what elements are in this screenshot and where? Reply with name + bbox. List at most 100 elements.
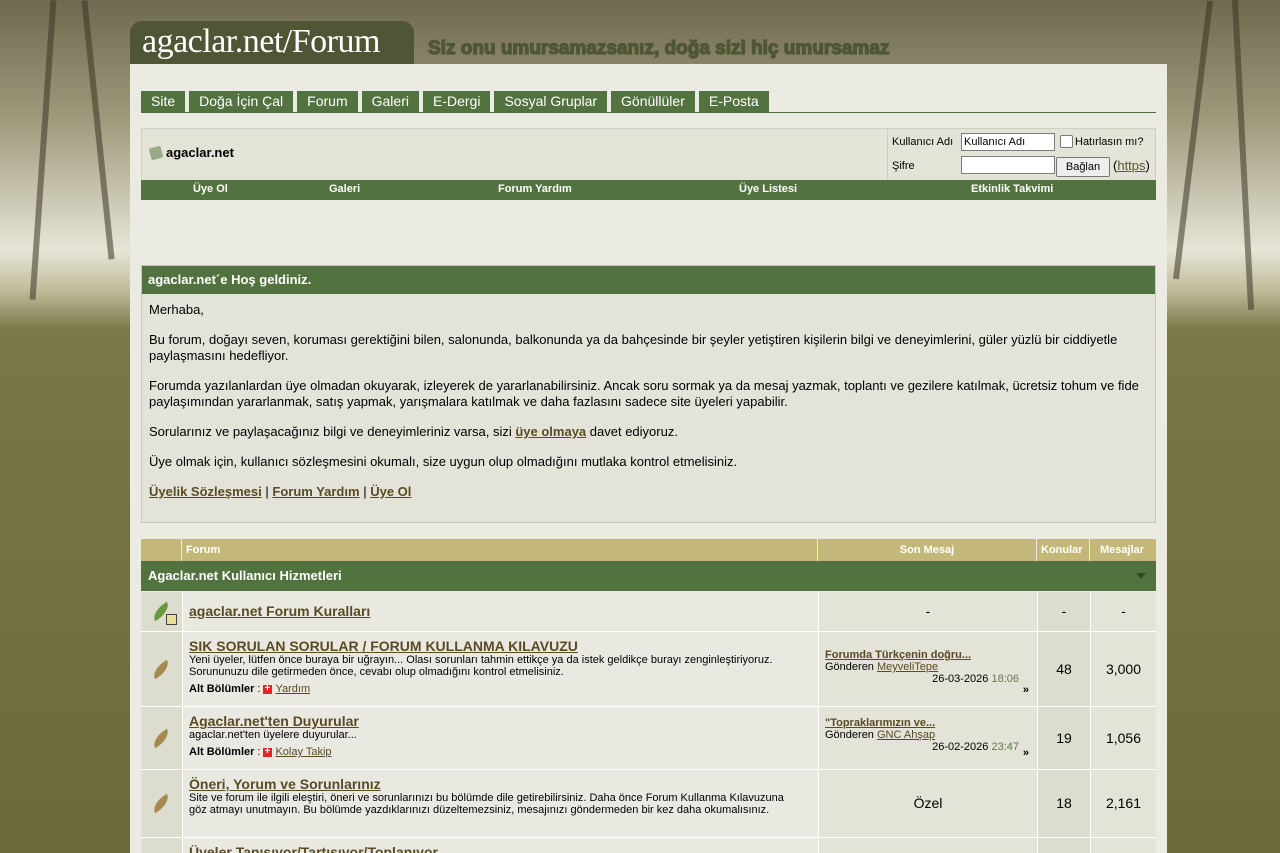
col-header-posts: Mesajlar [1090, 539, 1156, 561]
forum-help-link[interactable]: Forum Yardım [272, 484, 359, 499]
membership-agreement-link[interactable]: Üyelik Sözleşmesi [149, 484, 262, 499]
link-separator: | [265, 484, 269, 499]
p3-text-after: davet ediyoruz. [586, 424, 678, 439]
subnav-calendar[interactable]: Etkinlik Takvimi [971, 183, 1053, 195]
background-tree [29, 0, 57, 300]
go-to-last-post-icon[interactable]: » [1023, 684, 1029, 696]
welcome-box: agaclar.net´e Hoş geldiniz. Merhaba, Bu … [141, 265, 1156, 523]
leaf-icon [149, 793, 173, 814]
page-container: Site Doğa İçin Çal Forum Galeri E-Dergi … [130, 64, 1167, 853]
https-link-wrapper: (https) [1113, 158, 1150, 173]
background-tree [1231, 0, 1255, 310]
thread-count [1037, 838, 1090, 853]
breadcrumb-home-link[interactable]: agaclar.net [166, 145, 234, 160]
post-count: 2,161 [1090, 770, 1156, 837]
last-post-datetime: 26-03-2026 18:06 [825, 673, 1031, 685]
top-navigation: Site Doğa İçin Çal Forum Galeri E-Dergi … [141, 91, 1156, 113]
subforum-link[interactable]: Kolay Takip [275, 746, 331, 758]
last-post-cell: - [818, 592, 1037, 631]
forum-title-link[interactable]: Öneri, Yorum ve Sorunlarınız [189, 776, 812, 792]
thread-count: - [1037, 592, 1090, 631]
forum-title-link[interactable]: agaclar.net Forum Kuralları [189, 603, 812, 619]
nav-tab-gonulluler[interactable]: Gönüllüler [611, 91, 695, 112]
forum-status-cell [141, 632, 182, 706]
welcome-paragraph-2: Forumda yazılanlardan üye olmadan okuyar… [149, 378, 1139, 409]
welcome-paragraph-3: Sorularınız ve paylaşacağınız bilgi ve d… [149, 424, 1148, 440]
go-to-last-post-icon[interactable]: » [1023, 747, 1029, 759]
forum-row: agaclar.net Forum Kuralları - - - [141, 592, 1156, 632]
last-post-user-link[interactable]: GNC Ahşap [877, 729, 935, 741]
nav-tab-e-dergi[interactable]: E-Dergi [422, 91, 491, 112]
sub-navigation: Üye Ol Galeri Forum Yardım Üye Listesi E… [141, 180, 1156, 200]
col-header-threads: Konular [1037, 539, 1089, 561]
nav-tab-doga-icin-cal[interactable]: Doğa İçin Çal [189, 91, 294, 112]
logo-text: agaclar.net/Forum [142, 23, 380, 60]
posted-by-label: Gönderen [825, 729, 874, 741]
col-header-threads-label: Konular [1041, 544, 1083, 556]
subforums-label: Alt Bölümler [189, 746, 255, 758]
subnav-member-list[interactable]: Üye Listesi [739, 183, 797, 195]
username-input[interactable] [961, 133, 1055, 151]
last-post-cell: Forumda Türkçenin doğru... Gönderen Meyv… [818, 632, 1037, 706]
login-form: Kullanıcı Adı Hatırlasın mı? Şifre Bağla… [887, 129, 1156, 180]
forum-row: SIK SORULAN SORULAR / FORUM KULLANMA KIL… [141, 632, 1156, 707]
last-post-title-link[interactable]: Forumda Türkçenin doğru... [825, 649, 1031, 661]
forum-status-cell [141, 592, 182, 631]
login-button[interactable]: Bağlan [1056, 157, 1110, 177]
subnav-register[interactable]: Üye Ol [193, 183, 228, 195]
background-tree [1172, 0, 1214, 280]
register-link[interactable]: Üye Ol [370, 484, 411, 499]
col-header-forum-label: Forum [186, 544, 221, 556]
nav-tab-forum[interactable]: Forum [297, 91, 358, 112]
collapse-icon[interactable] [1136, 573, 1146, 579]
p3-text-before: Sorularınız ve paylaşacağınız bilgi ve d… [149, 424, 516, 439]
subnav-gallery[interactable]: Galeri [329, 183, 360, 195]
post-count: 1,056 [1090, 707, 1156, 769]
post-count [1090, 838, 1156, 853]
password-input[interactable] [961, 156, 1055, 174]
last-post-title-link[interactable]: "Topraklarımızın ve... [825, 717, 1031, 729]
welcome-links: Üyelik Sözleşmesi | Forum Yardım | Üye O… [149, 484, 1148, 500]
post-count: 3,000 [1090, 632, 1156, 706]
thread-count: 18 [1037, 770, 1090, 837]
nav-tab-sosyal-gruplar[interactable]: Sosyal Gruplar [494, 91, 608, 112]
last-post-cell: Özel [818, 770, 1037, 837]
forum-title-link[interactable]: SIK SORULAN SORULAR / FORUM KULLANMA KIL… [189, 638, 812, 654]
home-icon[interactable] [148, 145, 164, 160]
subforum-icon [263, 683, 273, 694]
remember-me[interactable]: Hatırlasın mı? [1060, 135, 1143, 148]
last-post-time: 18:06 [991, 673, 1019, 685]
subnav-forum-help[interactable]: Forum Yardım [498, 183, 572, 195]
forum-info-cell: agaclar.net Forum Kuralları [182, 592, 818, 631]
remember-checkbox[interactable] [1060, 135, 1073, 148]
category-title[interactable]: Agaclar.net Kullanıcı Hizmetleri [148, 561, 342, 591]
subforums: Alt Bölümler: Yardım [189, 683, 812, 696]
posted-by-label: Gönderen [825, 661, 874, 673]
nav-tab-site[interactable]: Site [141, 91, 186, 112]
forum-title-link[interactable]: Agaclar.net'ten Duyurular [189, 713, 812, 729]
forum-info-cell: SIK SORULAN SORULAR / FORUM KULLANMA KIL… [182, 632, 818, 706]
https-link[interactable]: https [1117, 158, 1145, 173]
subforums: Alt Bölümler: Kolay Takip [189, 746, 812, 759]
col-header-icon [141, 539, 181, 561]
username-label: Kullanıcı Adı [892, 136, 954, 148]
thread-count: 48 [1037, 632, 1090, 706]
breadcrumb: agaclar.net [148, 145, 234, 160]
forum-status-cell [141, 770, 182, 837]
site-slogan: Siz onu umursamazsanız, doğa sizi hiç um… [427, 37, 890, 60]
forum-title-link[interactable]: Üyeler Tanışıyor/Tartışıyor/Toplanıyor [189, 844, 812, 853]
last-post-user-link[interactable]: MeyveliTepe [877, 661, 938, 673]
post-count: - [1090, 592, 1156, 631]
register-inline-link[interactable]: üye olmaya [515, 424, 586, 439]
nav-tab-galeri[interactable]: Galeri [361, 91, 419, 112]
site-logo[interactable]: agaclar.net/Forum [130, 21, 414, 64]
welcome-greeting: Merhaba, [149, 302, 204, 317]
last-post-time: 23:47 [991, 741, 1019, 753]
subforum-link[interactable]: Yardım [275, 683, 310, 695]
forum-status-cell [141, 838, 182, 853]
link-separator: | [363, 484, 367, 499]
nav-tab-e-posta[interactable]: E-Posta [698, 91, 769, 112]
forum-info-cell: Agaclar.net'ten Duyurular agaclar.net'te… [182, 707, 818, 769]
col-header-posts-label: Mesajlar [1100, 544, 1145, 556]
forum-row: Agaclar.net'ten Duyurular agaclar.net'te… [141, 707, 1156, 770]
